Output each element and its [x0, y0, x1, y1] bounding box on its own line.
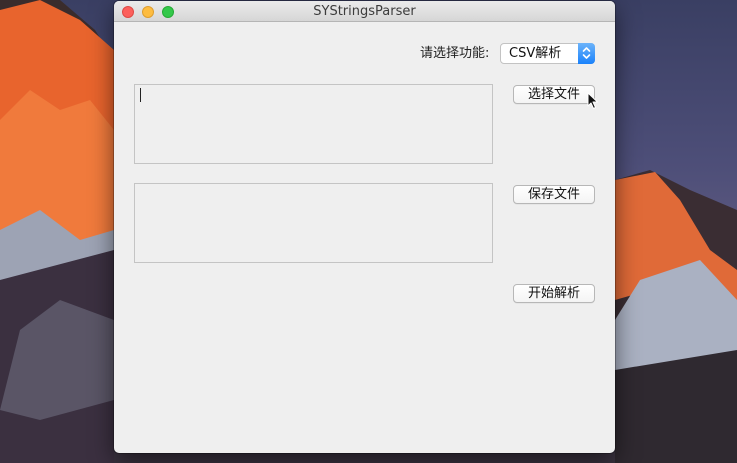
output-file-field[interactable]	[134, 183, 493, 263]
input-file-field[interactable]	[134, 84, 493, 164]
app-window: SYStringsParser 请选择功能: CSV解析 选择文件 保存文件 开…	[114, 1, 615, 453]
arrow-pointer-icon	[587, 92, 598, 109]
window-title: SYStringsParser	[313, 4, 416, 19]
title-bar[interactable]: SYStringsParser	[114, 1, 615, 22]
save-file-button[interactable]: 保存文件	[513, 185, 595, 204]
chevron-up-down-icon	[578, 43, 595, 64]
function-popup-select[interactable]: CSV解析	[500, 43, 595, 64]
choose-file-button[interactable]: 选择文件	[513, 85, 595, 104]
function-label: 请选择功能:	[420, 46, 490, 61]
start-parse-button[interactable]: 开始解析	[513, 284, 595, 303]
function-popup-value: CSV解析	[509, 46, 562, 61]
desktop-background: SYStringsParser 请选择功能: CSV解析 选择文件 保存文件 开…	[0, 0, 737, 463]
text-caret	[140, 88, 141, 102]
